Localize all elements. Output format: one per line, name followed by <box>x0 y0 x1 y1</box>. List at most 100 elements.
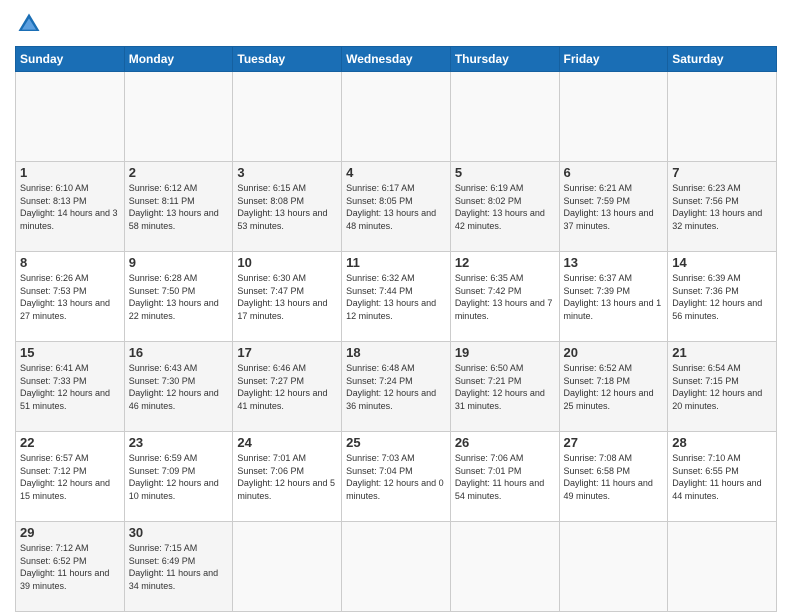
cell-info: Sunrise: 6:50 AMSunset: 7:21 PMDaylight:… <box>455 362 555 412</box>
calendar-cell: 12 Sunrise: 6:35 AMSunset: 7:42 PMDaylig… <box>450 252 559 342</box>
cell-info: Sunrise: 6:35 AMSunset: 7:42 PMDaylight:… <box>455 272 555 322</box>
calendar-cell: 23 Sunrise: 6:59 AMSunset: 7:09 PMDaylig… <box>124 432 233 522</box>
day-number: 5 <box>455 165 555 180</box>
header-row: Sunday Monday Tuesday Wednesday Thursday… <box>16 47 777 72</box>
calendar-cell: 8 Sunrise: 6:26 AMSunset: 7:53 PMDayligh… <box>16 252 125 342</box>
cell-info: Sunrise: 6:17 AMSunset: 8:05 PMDaylight:… <box>346 182 446 232</box>
calendar-cell: 1 Sunrise: 6:10 AMSunset: 8:13 PMDayligh… <box>16 162 125 252</box>
calendar-cell: 26 Sunrise: 7:06 AMSunset: 7:01 PMDaylig… <box>450 432 559 522</box>
day-number: 10 <box>237 255 337 270</box>
cell-info: Sunrise: 7:15 AMSunset: 6:49 PMDaylight:… <box>129 542 229 592</box>
cell-info: Sunrise: 6:30 AMSunset: 7:47 PMDaylight:… <box>237 272 337 322</box>
day-number: 7 <box>672 165 772 180</box>
calendar-cell: 9 Sunrise: 6:28 AMSunset: 7:50 PMDayligh… <box>124 252 233 342</box>
day-number: 16 <box>129 345 229 360</box>
calendar-cell: 24 Sunrise: 7:01 AMSunset: 7:06 PMDaylig… <box>233 432 342 522</box>
calendar-cell: 13 Sunrise: 6:37 AMSunset: 7:39 PMDaylig… <box>559 252 668 342</box>
day-number: 19 <box>455 345 555 360</box>
calendar-cell: 17 Sunrise: 6:46 AMSunset: 7:27 PMDaylig… <box>233 342 342 432</box>
cell-info: Sunrise: 6:37 AMSunset: 7:39 PMDaylight:… <box>564 272 664 322</box>
calendar-cell: 10 Sunrise: 6:30 AMSunset: 7:47 PMDaylig… <box>233 252 342 342</box>
calendar-cell <box>668 72 777 162</box>
col-monday: Monday <box>124 47 233 72</box>
calendar-cell <box>342 522 451 612</box>
calendar-cell: 15 Sunrise: 6:41 AMSunset: 7:33 PMDaylig… <box>16 342 125 432</box>
calendar-week-2: 8 Sunrise: 6:26 AMSunset: 7:53 PMDayligh… <box>16 252 777 342</box>
calendar-cell: 5 Sunrise: 6:19 AMSunset: 8:02 PMDayligh… <box>450 162 559 252</box>
calendar-cell <box>124 72 233 162</box>
calendar-week-5: 29 Sunrise: 7:12 AMSunset: 6:52 PMDaylig… <box>16 522 777 612</box>
calendar-week-0 <box>16 72 777 162</box>
calendar-cell: 3 Sunrise: 6:15 AMSunset: 8:08 PMDayligh… <box>233 162 342 252</box>
day-number: 28 <box>672 435 772 450</box>
cell-info: Sunrise: 6:48 AMSunset: 7:24 PMDaylight:… <box>346 362 446 412</box>
calendar-week-4: 22 Sunrise: 6:57 AMSunset: 7:12 PMDaylig… <box>16 432 777 522</box>
day-number: 1 <box>20 165 120 180</box>
calendar-cell <box>16 72 125 162</box>
calendar-week-3: 15 Sunrise: 6:41 AMSunset: 7:33 PMDaylig… <box>16 342 777 432</box>
cell-info: Sunrise: 7:06 AMSunset: 7:01 PMDaylight:… <box>455 452 555 502</box>
day-number: 9 <box>129 255 229 270</box>
day-number: 12 <box>455 255 555 270</box>
calendar-cell <box>450 72 559 162</box>
calendar-cell: 28 Sunrise: 7:10 AMSunset: 6:55 PMDaylig… <box>668 432 777 522</box>
cell-info: Sunrise: 6:46 AMSunset: 7:27 PMDaylight:… <box>237 362 337 412</box>
calendar-cell: 14 Sunrise: 6:39 AMSunset: 7:36 PMDaylig… <box>668 252 777 342</box>
cell-info: Sunrise: 7:03 AMSunset: 7:04 PMDaylight:… <box>346 452 446 502</box>
day-number: 13 <box>564 255 664 270</box>
cell-info: Sunrise: 6:10 AMSunset: 8:13 PMDaylight:… <box>20 182 120 232</box>
day-number: 29 <box>20 525 120 540</box>
cell-info: Sunrise: 6:43 AMSunset: 7:30 PMDaylight:… <box>129 362 229 412</box>
calendar-cell: 27 Sunrise: 7:08 AMSunset: 6:58 PMDaylig… <box>559 432 668 522</box>
day-number: 30 <box>129 525 229 540</box>
calendar-table: Sunday Monday Tuesday Wednesday Thursday… <box>15 46 777 612</box>
calendar-cell <box>559 522 668 612</box>
calendar-cell: 11 Sunrise: 6:32 AMSunset: 7:44 PMDaylig… <box>342 252 451 342</box>
calendar-cell <box>233 72 342 162</box>
day-number: 6 <box>564 165 664 180</box>
day-number: 2 <box>129 165 229 180</box>
day-number: 4 <box>346 165 446 180</box>
calendar-cell: 7 Sunrise: 6:23 AMSunset: 7:56 PMDayligh… <box>668 162 777 252</box>
calendar-cell <box>450 522 559 612</box>
col-wednesday: Wednesday <box>342 47 451 72</box>
calendar-cell: 29 Sunrise: 7:12 AMSunset: 6:52 PMDaylig… <box>16 522 125 612</box>
cell-info: Sunrise: 6:21 AMSunset: 7:59 PMDaylight:… <box>564 182 664 232</box>
day-number: 14 <box>672 255 772 270</box>
day-number: 18 <box>346 345 446 360</box>
day-number: 21 <box>672 345 772 360</box>
day-number: 25 <box>346 435 446 450</box>
calendar-cell: 18 Sunrise: 6:48 AMSunset: 7:24 PMDaylig… <box>342 342 451 432</box>
logo <box>15 10 47 38</box>
calendar-cell: 16 Sunrise: 6:43 AMSunset: 7:30 PMDaylig… <box>124 342 233 432</box>
day-number: 22 <box>20 435 120 450</box>
day-number: 17 <box>237 345 337 360</box>
cell-info: Sunrise: 7:12 AMSunset: 6:52 PMDaylight:… <box>20 542 120 592</box>
day-number: 15 <box>20 345 120 360</box>
cell-info: Sunrise: 6:12 AMSunset: 8:11 PMDaylight:… <box>129 182 229 232</box>
col-sunday: Sunday <box>16 47 125 72</box>
cell-info: Sunrise: 6:57 AMSunset: 7:12 PMDaylight:… <box>20 452 120 502</box>
cell-info: Sunrise: 6:59 AMSunset: 7:09 PMDaylight:… <box>129 452 229 502</box>
calendar-cell: 19 Sunrise: 6:50 AMSunset: 7:21 PMDaylig… <box>450 342 559 432</box>
cell-info: Sunrise: 6:26 AMSunset: 7:53 PMDaylight:… <box>20 272 120 322</box>
header <box>15 10 777 38</box>
calendar-cell <box>668 522 777 612</box>
calendar-header: Sunday Monday Tuesday Wednesday Thursday… <box>16 47 777 72</box>
day-number: 11 <box>346 255 446 270</box>
calendar-cell <box>233 522 342 612</box>
calendar-cell: 6 Sunrise: 6:21 AMSunset: 7:59 PMDayligh… <box>559 162 668 252</box>
calendar-cell: 25 Sunrise: 7:03 AMSunset: 7:04 PMDaylig… <box>342 432 451 522</box>
col-saturday: Saturday <box>668 47 777 72</box>
col-tuesday: Tuesday <box>233 47 342 72</box>
cell-info: Sunrise: 6:41 AMSunset: 7:33 PMDaylight:… <box>20 362 120 412</box>
calendar-cell: 4 Sunrise: 6:17 AMSunset: 8:05 PMDayligh… <box>342 162 451 252</box>
cell-info: Sunrise: 6:52 AMSunset: 7:18 PMDaylight:… <box>564 362 664 412</box>
day-number: 26 <box>455 435 555 450</box>
calendar-body: 1 Sunrise: 6:10 AMSunset: 8:13 PMDayligh… <box>16 72 777 612</box>
calendar-cell: 21 Sunrise: 6:54 AMSunset: 7:15 PMDaylig… <box>668 342 777 432</box>
page: Sunday Monday Tuesday Wednesday Thursday… <box>0 0 792 612</box>
cell-info: Sunrise: 6:15 AMSunset: 8:08 PMDaylight:… <box>237 182 337 232</box>
cell-info: Sunrise: 6:23 AMSunset: 7:56 PMDaylight:… <box>672 182 772 232</box>
cell-info: Sunrise: 7:01 AMSunset: 7:06 PMDaylight:… <box>237 452 337 502</box>
